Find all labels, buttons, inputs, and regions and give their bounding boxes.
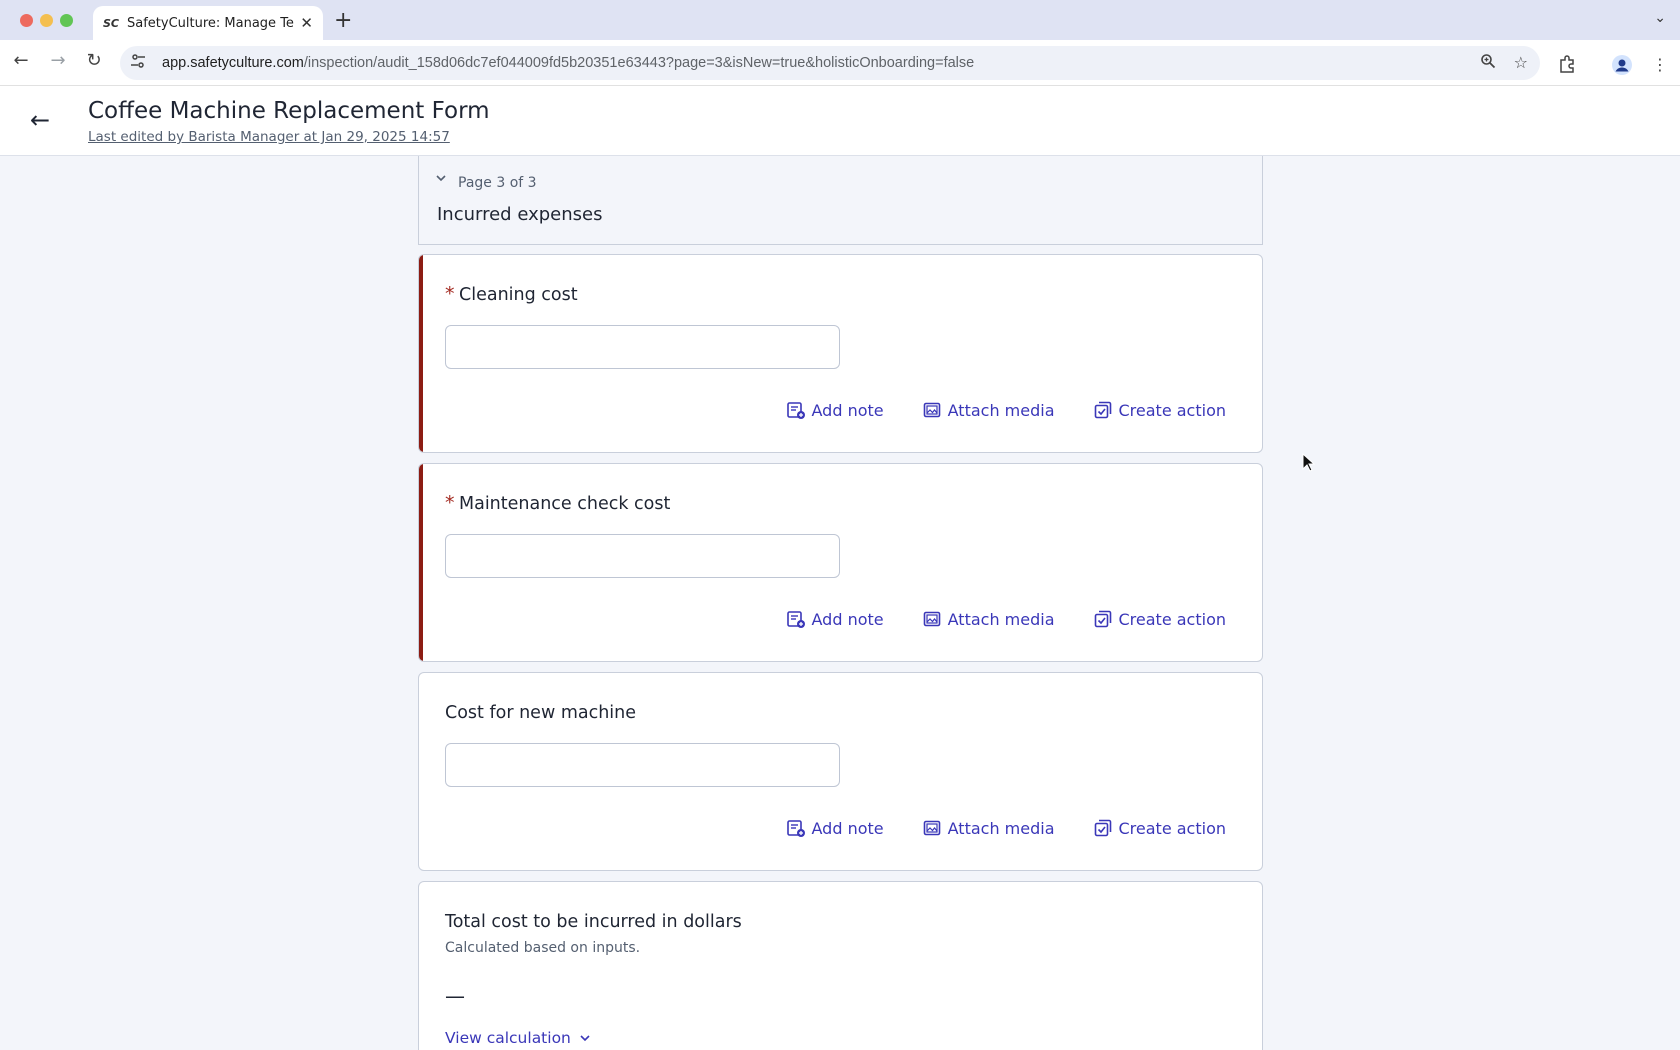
add-note-button[interactable]: Add note (786, 818, 884, 838)
add-note-button[interactable]: Add note (786, 400, 884, 420)
last-edited-link[interactable]: Last edited by Barista Manager at Jan 29… (88, 129, 450, 145)
tab-close-icon[interactable]: ✕ (300, 14, 313, 32)
tab-search-chevron-icon[interactable]: ⌄ (1654, 10, 1666, 26)
mouse-cursor-icon (1302, 453, 1316, 472)
question-actions: Add note Attach media Create action (786, 818, 1226, 838)
required-marker: * (445, 492, 455, 514)
attach-media-button[interactable]: Attach media (922, 609, 1055, 629)
close-window-button[interactable] (20, 14, 33, 27)
question-label: Cleaning cost (459, 285, 578, 305)
inspection-header: ← Coffee Machine Replacement Form Last e… (0, 86, 1680, 156)
reload-icon[interactable]: ↻ (81, 50, 107, 71)
back-icon[interactable]: ← (8, 50, 34, 71)
question-card-cleaning-cost: * Cleaning cost Add note Attach media Cr… (418, 254, 1263, 453)
browser-menu-icon[interactable]: ⋮ (1652, 55, 1668, 74)
add-note-icon (786, 611, 805, 628)
create-action-button[interactable]: Create action (1093, 609, 1226, 629)
create-action-button[interactable]: Create action (1093, 818, 1226, 838)
site-info-icon[interactable] (130, 53, 150, 73)
create-action-icon (1094, 401, 1111, 419)
question-actions: Add note Attach media Create action (786, 400, 1226, 420)
new-tab-icon[interactable]: + (334, 8, 352, 33)
safetyculture-favicon-icon: SC (103, 16, 119, 30)
maintenance-check-cost-input[interactable] (445, 534, 840, 578)
total-cost-description: Calculated based on inputs. (445, 940, 641, 956)
maximize-window-button[interactable] (60, 14, 73, 27)
add-note-button[interactable]: Add note (786, 609, 884, 629)
total-cost-value: — (445, 984, 465, 1008)
back-arrow-icon[interactable]: ← (30, 106, 50, 134)
zoom-icon[interactable] (1480, 53, 1496, 73)
extensions-icon[interactable] (1558, 55, 1576, 77)
total-cost-card: Total cost to be incurred in dollars Cal… (418, 881, 1263, 1050)
bookmark-star-icon[interactable]: ☆ (1514, 53, 1528, 72)
browser-tab[interactable]: SC SafetyCulture: Manage Teams ✕ (93, 6, 323, 40)
add-note-icon (786, 402, 805, 419)
minimize-window-button[interactable] (40, 14, 53, 27)
question-actions: Add note Attach media Create action (786, 609, 1226, 629)
page-section-header[interactable]: Page 3 of 3 Incurred expenses (418, 156, 1263, 245)
total-cost-label: Total cost to be incurred in dollars (445, 912, 742, 932)
create-action-button[interactable]: Create action (1093, 400, 1226, 420)
profile-avatar-icon[interactable] (1612, 55, 1632, 79)
tab-title: SafetyCulture: Manage Teams (127, 15, 294, 31)
attach-media-button[interactable]: Attach media (922, 818, 1055, 838)
question-label: Cost for new machine (445, 703, 637, 723)
create-action-icon (1094, 610, 1111, 628)
chevron-down-icon (580, 1035, 590, 1042)
cleaning-cost-input[interactable] (445, 325, 840, 369)
image-icon (923, 402, 940, 418)
url-text: app.safetyculture.com/inspection/audit_1… (162, 55, 975, 71)
create-action-icon (1094, 819, 1111, 837)
attach-media-button[interactable]: Attach media (922, 400, 1055, 420)
browser-toolbar: ← → ↻ app.safetyculture.com/inspection/a… (0, 40, 1680, 86)
add-note-icon (786, 820, 805, 837)
page-name: Incurred expenses (437, 204, 603, 225)
forward-icon[interactable]: → (45, 50, 71, 71)
image-icon (923, 820, 940, 836)
question-card-cost-for-new-machine: Cost for new machine Add note Attach med… (418, 672, 1263, 871)
cost-for-new-machine-input[interactable] (445, 743, 840, 787)
question-card-maintenance-check-cost: * Maintenance check cost Add note Attach… (418, 463, 1263, 662)
form-title: Coffee Machine Replacement Form (88, 98, 490, 124)
required-marker: * (445, 283, 455, 305)
view-calculation-button[interactable]: View calculation (445, 1029, 591, 1047)
question-label: Maintenance check cost (459, 494, 671, 514)
chevron-down-icon[interactable] (435, 172, 447, 187)
page-indicator: Page 3 of 3 (458, 175, 537, 191)
browser-tab-bar: SC SafetyCulture: Manage Teams ✕ + ⌄ (0, 0, 1680, 40)
address-bar[interactable]: app.safetyculture.com/inspection/audit_1… (120, 46, 1540, 80)
image-icon (923, 611, 940, 627)
